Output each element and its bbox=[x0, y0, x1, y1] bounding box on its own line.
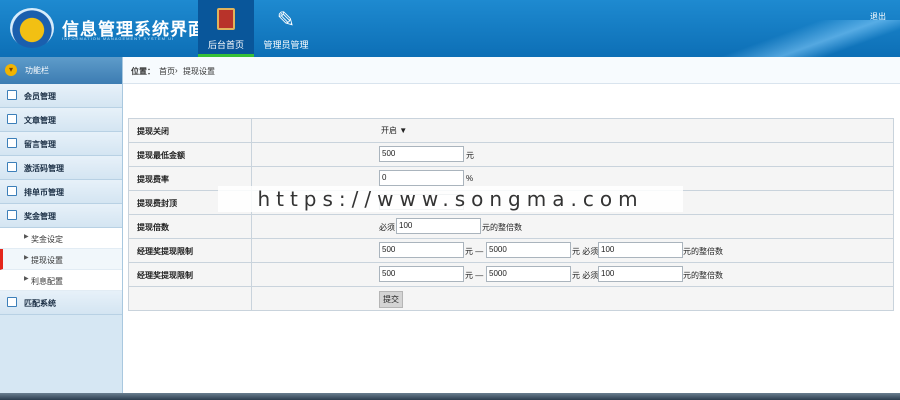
sidebar-item-label: 激活码管理 bbox=[24, 164, 64, 173]
chevron-down-icon: ▾ bbox=[5, 64, 17, 76]
sidebar-subitem-label: 奖金设定 bbox=[31, 235, 63, 244]
form-row: 经理奖提现限制 500 元 — 5000 元 必须 100 元的整倍数 bbox=[129, 239, 893, 263]
sidebar-item-label: 匹配系统 bbox=[24, 299, 56, 308]
suffix-label: 元的整倍数 bbox=[683, 247, 723, 256]
row-label: 提现费封顶 bbox=[137, 199, 177, 208]
form-row: 经理奖提现限制 500 元 — 5000 元 必须 100 元的整倍数 bbox=[129, 263, 893, 287]
sidebar-header: ▾ 功能栏 bbox=[0, 57, 122, 84]
nav-home[interactable]: 后台首页 bbox=[198, 0, 254, 57]
sidebar: ▾ 功能栏 会员管理 文章管理 留言管理 激活码管理 排单币管理 奖金管理 ▶ … bbox=[0, 57, 123, 400]
row-label: 提现倍数 bbox=[137, 223, 169, 232]
unit-label: 元 — bbox=[465, 247, 484, 256]
calendar-icon bbox=[7, 210, 17, 220]
edit-icon bbox=[7, 114, 17, 124]
tools-icon: ✎ bbox=[276, 7, 296, 32]
form-row: 提现关闭 开启 ▼ bbox=[129, 119, 893, 143]
unit-label: % bbox=[466, 174, 474, 183]
top-header: 信息管理系统界面 INFORMATION MANAGEMENT SYSTEM U… bbox=[0, 0, 900, 57]
sidebar-item-matching[interactable]: 匹配系统 bbox=[0, 291, 122, 315]
sidebar-item-label: 奖金管理 bbox=[24, 212, 56, 221]
list-icon bbox=[7, 297, 17, 307]
header-decoration bbox=[700, 20, 900, 57]
sidebar-item-label: 文章管理 bbox=[24, 116, 56, 125]
min-amount-input[interactable]: 500 bbox=[379, 146, 464, 162]
breadcrumb-current: 提现设置 bbox=[183, 67, 215, 76]
withdraw-status-select[interactable]: 开启 ▼ bbox=[381, 125, 407, 136]
nav-admin[interactable]: ✎ 管理员管理 bbox=[256, 0, 316, 57]
sidebar-subitem-withdraw-settings[interactable]: ▶ 提现设置 bbox=[0, 249, 122, 270]
manager-max-input[interactable]: 5000 bbox=[486, 266, 571, 282]
calendar-icon bbox=[7, 162, 17, 172]
manager-max-input[interactable]: 5000 bbox=[486, 242, 571, 258]
system-subtitle: INFORMATION MANAGEMENT SYSTEM UI bbox=[62, 36, 175, 41]
manager-min-input[interactable]: 500 bbox=[379, 266, 464, 282]
sidebar-item-articles[interactable]: 文章管理 bbox=[0, 108, 122, 132]
manager-min-input[interactable]: 500 bbox=[379, 242, 464, 258]
breadcrumb-separator: › bbox=[175, 66, 178, 75]
breadcrumb: 位置： 首页 › 提现设置 bbox=[123, 57, 900, 84]
form-row: 提现最低金额 500 元 bbox=[129, 143, 893, 167]
caret-right-icon: ▶ bbox=[24, 255, 29, 261]
edit-icon bbox=[7, 138, 17, 148]
caret-right-icon: ▶ bbox=[24, 276, 29, 282]
sidebar-item-activation-codes[interactable]: 激活码管理 bbox=[0, 156, 122, 180]
list-icon bbox=[7, 90, 17, 100]
breadcrumb-home[interactable]: 首页 bbox=[159, 66, 175, 77]
submit-button[interactable]: 提交 bbox=[379, 291, 403, 308]
manager-multiple-input[interactable]: 100 bbox=[598, 266, 683, 282]
sidebar-item-label: 留言管理 bbox=[24, 140, 56, 149]
manager-multiple-input[interactable]: 100 bbox=[598, 242, 683, 258]
row-label: 经理奖提现限制 bbox=[137, 247, 193, 256]
watermark-overlay: https://www.songma.com bbox=[218, 186, 683, 212]
suffix-label: 元的整倍数 bbox=[482, 223, 522, 232]
form-row: 提现倍数 必须 100 元的整倍数 bbox=[129, 215, 893, 239]
unit-label: 元 — bbox=[465, 271, 484, 280]
row-label: 提现费率 bbox=[137, 175, 169, 184]
os-taskbar bbox=[0, 393, 900, 400]
withdraw-settings-form: 提现关闭 开启 ▼ 提现最低金额 500 元 提现费率 0 % 提现费封顶 提现… bbox=[128, 118, 894, 311]
sidebar-subitem-label: 利息配置 bbox=[31, 277, 63, 286]
nav-home-label: 后台首页 bbox=[207, 40, 244, 50]
caret-right-icon: ▶ bbox=[24, 234, 29, 240]
sidebar-item-queue-coins[interactable]: 排单币管理 bbox=[0, 180, 122, 204]
unit-label: 元 bbox=[466, 151, 474, 160]
sidebar-item-label: 会员管理 bbox=[24, 92, 56, 101]
sidebar-subitem-label: 提现设置 bbox=[31, 256, 63, 265]
unit-label: 元 必须 bbox=[572, 247, 599, 256]
breadcrumb-prefix: 位置： bbox=[131, 67, 155, 76]
sidebar-subitem-bonus-settings[interactable]: ▶ 奖金设定 bbox=[0, 228, 122, 249]
sidebar-item-messages[interactable]: 留言管理 bbox=[0, 132, 122, 156]
suffix-label: 元的整倍数 bbox=[683, 271, 723, 280]
sidebar-item-members[interactable]: 会员管理 bbox=[0, 84, 122, 108]
book-icon bbox=[217, 8, 235, 30]
sidebar-item-label: 排单币管理 bbox=[24, 188, 64, 197]
prefix-label: 必须 bbox=[379, 223, 395, 232]
row-label: 提现最低金额 bbox=[137, 151, 185, 160]
sidebar-item-bonus[interactable]: 奖金管理 bbox=[0, 204, 122, 228]
fee-rate-input[interactable]: 0 bbox=[379, 170, 464, 186]
sidebar-subitem-interest-config[interactable]: ▶ 利息配置 bbox=[0, 270, 122, 291]
nav-admin-label: 管理员管理 bbox=[263, 40, 309, 50]
multiple-input[interactable]: 100 bbox=[396, 218, 481, 234]
form-row-submit: 提交 bbox=[129, 287, 893, 310]
chevron-down-icon: ▼ bbox=[399, 126, 408, 135]
sidebar-header-label: 功能栏 bbox=[25, 66, 49, 75]
calendar-icon bbox=[7, 186, 17, 196]
unit-label: 元 必须 bbox=[572, 271, 599, 280]
row-label: 提现关闭 bbox=[137, 127, 169, 136]
row-label: 经理奖提现限制 bbox=[137, 271, 193, 280]
logout-link[interactable]: 退出 bbox=[870, 11, 886, 22]
logo-icon bbox=[10, 8, 54, 48]
